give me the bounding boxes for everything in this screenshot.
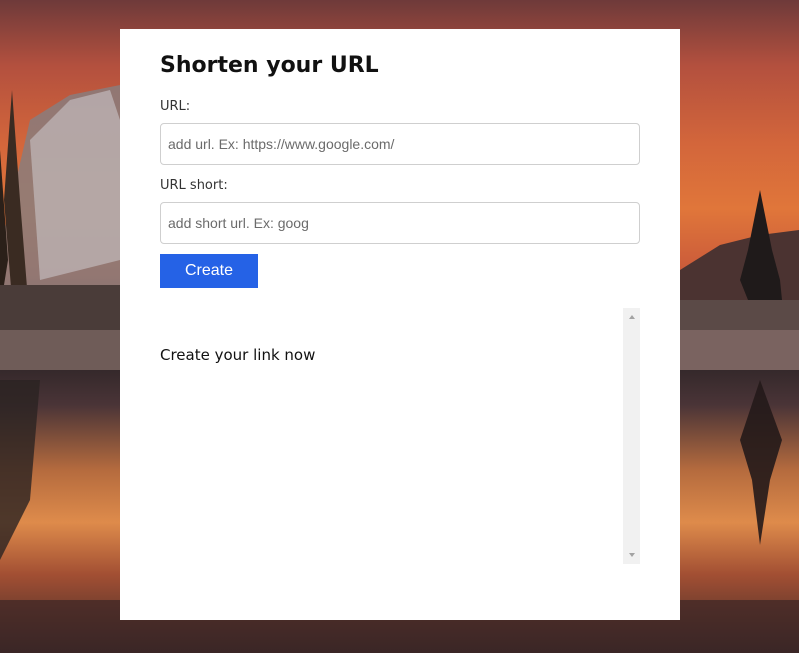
short-url-input[interactable] (160, 202, 640, 244)
page-title: Shorten your URL (160, 53, 379, 78)
url-label: URL: (160, 99, 191, 114)
results-message: Create your link now (160, 346, 316, 364)
create-button[interactable]: Create (160, 254, 258, 288)
results-scrollbar[interactable] (623, 308, 640, 564)
scroll-up-icon[interactable] (623, 310, 640, 324)
scroll-down-icon[interactable] (623, 548, 640, 562)
results-panel: Create your link now (160, 308, 640, 564)
short-url-label: URL short: (160, 178, 228, 193)
shortener-card: Shorten your URL URL: URL short: Create … (120, 29, 680, 620)
url-input[interactable] (160, 123, 640, 165)
